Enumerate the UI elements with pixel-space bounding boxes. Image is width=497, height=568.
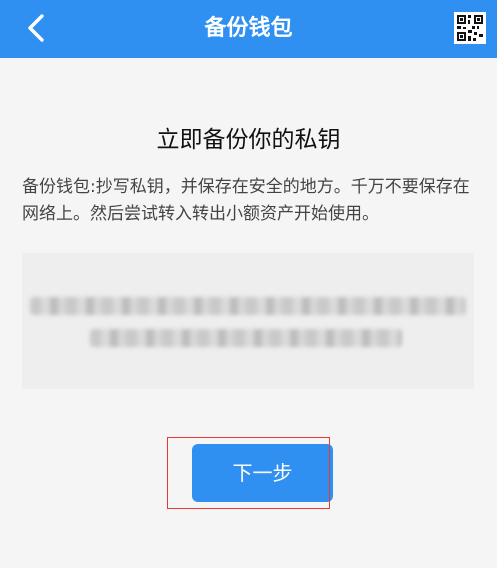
section-heading: 立即备份你的私钥 (156, 127, 341, 153)
private-key-box (22, 253, 474, 389)
next-step-button[interactable]: 下一步 (192, 444, 333, 502)
qr-code-button[interactable] (454, 12, 486, 44)
top-navigation-bar: 备份钱包 (0, 0, 497, 58)
blurred-key-line (30, 297, 466, 315)
backup-instructions: 备份钱包:抄写私钥，并保存在安全的地方。千万不要保存在网络上。然后尝试转入转出小… (22, 177, 470, 224)
qr-code-icon (454, 12, 486, 44)
blurred-key-line (90, 329, 402, 347)
page-title: 备份钱包 (204, 16, 293, 41)
private-key-value (22, 253, 474, 389)
